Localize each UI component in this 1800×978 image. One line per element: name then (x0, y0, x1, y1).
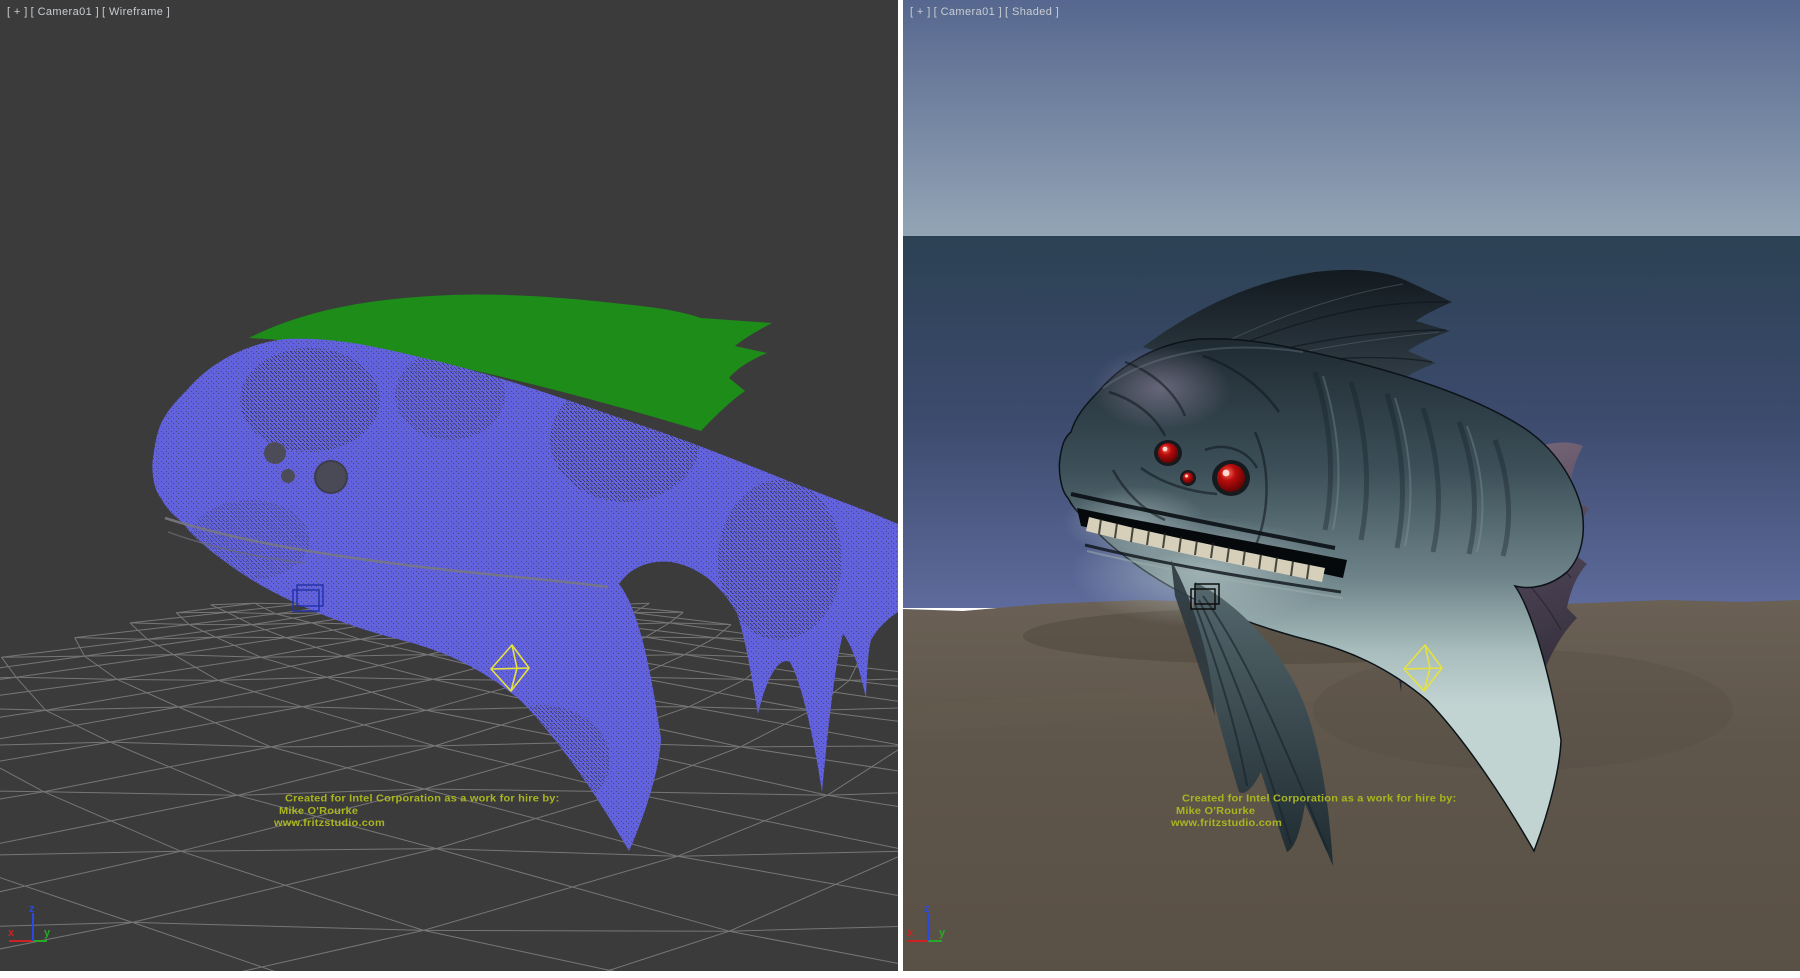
fish-eye-large-wire (315, 461, 347, 493)
credit-line-2: Mike O'Rourke (279, 805, 559, 817)
viewport-menu-shading[interactable]: [ Wireframe ] (102, 6, 170, 18)
axis-y-label: y (44, 927, 51, 939)
viewport-menu-pov[interactable]: [ Camera01 ] (31, 6, 99, 18)
viewport-shaded[interactable]: [ + ][ Camera01 ][ Shaded ] Created for … (903, 0, 1800, 971)
viewport-wireframe[interactable]: [ + ][ Camera01 ][ Wireframe ] Created f… (0, 0, 898, 971)
viewport-menu-pov[interactable]: [ Camera01 ] (934, 6, 1002, 18)
credit-line-1: Created for Intel Corporation as a work … (1182, 793, 1456, 805)
credit-text: Created for Intel Corporation as a work … (1175, 793, 1456, 830)
world-axis-tripod: x y z (903, 903, 983, 953)
credit-line-1: Created for Intel Corporation as a work … (285, 793, 559, 805)
viewport-menu-general[interactable]: [ + ] (910, 6, 931, 18)
axis-x-label: x (8, 927, 15, 939)
credit-line-2: Mike O'Rourke (1176, 805, 1456, 817)
axis-y-label: y (939, 927, 946, 939)
credit-text: Created for Intel Corporation as a work … (278, 793, 559, 830)
axis-z-label: z (29, 903, 35, 915)
axis-x-label: x (907, 927, 914, 939)
fish-eye-mid-wire (281, 469, 295, 483)
sky (903, 0, 1800, 236)
axis-z-label: z (924, 903, 930, 915)
world-axis-tripod: x y z (0, 903, 80, 953)
viewport-label: [ + ][ Camera01 ][ Shaded ] (910, 6, 1062, 18)
fish-eye-small-wire (264, 442, 286, 464)
viewport-label: [ + ][ Camera01 ][ Wireframe ] (7, 6, 173, 18)
viewport-menu-shading[interactable]: [ Shaded ] (1005, 6, 1059, 18)
viewport-menu-general[interactable]: [ + ] (7, 6, 28, 18)
viewport-layout: [ + ][ Camera01 ][ Wireframe ] Created f… (0, 0, 1800, 978)
credit-line-3: www.fritzstudio.com (274, 818, 559, 830)
credit-line-3: www.fritzstudio.com (1171, 818, 1456, 830)
